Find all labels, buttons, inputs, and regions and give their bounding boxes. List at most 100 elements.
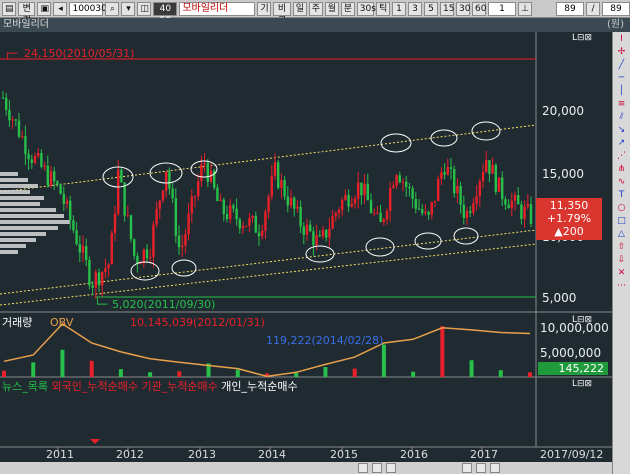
ray-icon[interactable]: ↗ bbox=[615, 138, 629, 149]
volume-bar bbox=[469, 360, 474, 377]
tab-chart[interactable]: 기 bbox=[257, 1, 272, 16]
zoom-out-icon[interactable] bbox=[386, 463, 396, 473]
scroll-left-icon[interactable] bbox=[358, 463, 368, 473]
chart-titlebar: 모바일리더 (원) bbox=[0, 18, 630, 32]
pin-icon[interactable]: ⊥ bbox=[517, 1, 532, 16]
display-count-2[interactable]: 89 bbox=[601, 1, 630, 16]
volume-bar bbox=[177, 371, 182, 377]
legend-news[interactable]: 뉴스_목록 bbox=[2, 380, 48, 393]
interval-3[interactable]: 3 bbox=[407, 1, 422, 16]
horizontal-line-icon[interactable]: ─ bbox=[615, 73, 629, 84]
settings-icon[interactable] bbox=[490, 463, 500, 473]
obv-high-label: 10,145,039(2012/01/31) bbox=[130, 316, 265, 329]
search-icon[interactable]: ⌕ bbox=[105, 1, 120, 16]
reset-icon[interactable] bbox=[476, 463, 486, 473]
stock-name-field[interactable]: 모바일리더 bbox=[179, 1, 256, 16]
zoom-in-icon[interactable] bbox=[462, 463, 472, 473]
x-axis-label: 2011 bbox=[46, 448, 74, 461]
vertical-line-icon[interactable]: │ bbox=[615, 86, 629, 97]
stock-code-input[interactable]: 100030 bbox=[69, 1, 107, 16]
cycle-icon[interactable]: ∿ bbox=[615, 177, 629, 188]
tab-minute[interactable]: 분 bbox=[340, 1, 355, 16]
candle-body bbox=[523, 206, 526, 219]
tab-month[interactable]: 월 bbox=[324, 1, 339, 16]
triangle-icon[interactable]: △ bbox=[615, 229, 629, 240]
low-price-label: 5,020(2011/09/30) bbox=[112, 298, 215, 311]
legend-institution[interactable]: 기관_누적순매수 bbox=[141, 380, 217, 393]
candle-body bbox=[337, 209, 341, 213]
candle-body bbox=[62, 193, 65, 204]
text-icon[interactable]: T bbox=[615, 190, 629, 201]
x-axis: 2011 2012 2013 2014 2015 2016 2017 2017/… bbox=[0, 448, 612, 462]
rectangle-icon[interactable]: □ bbox=[615, 216, 629, 227]
menu-change-button[interactable]: 변경 bbox=[18, 1, 36, 26]
interval-15[interactable]: 15 bbox=[439, 1, 454, 16]
candle-body bbox=[389, 187, 392, 212]
volume-bar bbox=[381, 344, 386, 377]
candle-body bbox=[149, 257, 152, 259]
candle-body bbox=[81, 245, 85, 253]
candle-body bbox=[529, 204, 533, 224]
candle-body bbox=[181, 245, 184, 248]
stock-chart-svg[interactable]: 20,000 15,000 10,000 5,000 ┌─ 24,150(201… bbox=[0, 32, 612, 474]
chart-area[interactable]: 20,000 15,000 10,000 5,000 ┌─ 24,150(201… bbox=[0, 32, 612, 474]
delete-icon[interactable]: ✕ bbox=[615, 268, 629, 279]
interval-30[interactable]: 30 bbox=[455, 1, 470, 16]
display-count-1[interactable]: 89 bbox=[555, 1, 584, 16]
candle-body bbox=[193, 196, 197, 198]
tab-day[interactable]: 일 bbox=[292, 1, 307, 16]
candle-body bbox=[299, 206, 302, 227]
obv-label: OBV bbox=[50, 316, 74, 329]
fibonacci-icon[interactable]: ≡ bbox=[615, 99, 629, 110]
arrow-icon[interactable]: ↘ bbox=[615, 125, 629, 136]
count-input[interactable]: 1 bbox=[487, 1, 516, 16]
up-arrow-icon[interactable]: ⇧ bbox=[615, 242, 629, 253]
expand-icon[interactable]: ◫ bbox=[137, 1, 152, 16]
candle-body bbox=[373, 212, 376, 214]
candle-body bbox=[379, 212, 382, 223]
candle-body bbox=[104, 268, 107, 273]
channel-icon[interactable]: ⫽ bbox=[615, 112, 629, 123]
candle-body bbox=[37, 152, 40, 157]
trend-line-icon[interactable]: ╱ bbox=[615, 60, 629, 71]
period-badge[interactable]: 40 50 bbox=[153, 1, 178, 26]
candle-body bbox=[206, 162, 209, 182]
candle-body bbox=[334, 212, 337, 217]
candle-body bbox=[293, 197, 296, 209]
down-arrow-icon[interactable]: ⇩ bbox=[615, 255, 629, 266]
legend-individual[interactable]: 개인_누적순매수 bbox=[221, 380, 297, 393]
tab-tick[interactable]: 틱 bbox=[375, 1, 390, 16]
crosshair-icon[interactable]: ✢ bbox=[615, 47, 629, 58]
candle-body bbox=[245, 225, 248, 227]
candle-body bbox=[30, 159, 33, 163]
volume-bar bbox=[528, 372, 532, 377]
menu-icon[interactable]: ▤ bbox=[2, 1, 16, 16]
scroll-right-icon[interactable] bbox=[372, 463, 382, 473]
tab-compare[interactable]: 비교 bbox=[273, 1, 291, 26]
candle-body bbox=[270, 175, 273, 197]
lower-trendline bbox=[0, 243, 537, 306]
candle-body bbox=[75, 230, 78, 245]
x-axis-label: 2012 bbox=[116, 448, 144, 461]
candle-body bbox=[257, 232, 261, 237]
scroll-bar[interactable] bbox=[0, 462, 612, 474]
candle-body bbox=[312, 231, 315, 246]
ellipse-icon[interactable]: ○ bbox=[615, 203, 629, 214]
candle-body bbox=[94, 272, 97, 288]
more-icon[interactable]: ⋯ bbox=[615, 281, 629, 292]
prev-icon[interactable]: ◂ bbox=[53, 1, 68, 16]
cursor-icon[interactable]: I bbox=[615, 34, 629, 45]
tab-30s[interactable]: 30s bbox=[356, 1, 376, 16]
gann-icon[interactable]: ⋰ bbox=[615, 151, 629, 162]
x-axis-date-label: 2017/09/12 bbox=[540, 448, 604, 461]
candle-body bbox=[433, 200, 437, 203]
tab-week[interactable]: 주 bbox=[308, 1, 323, 16]
pitchfork-icon[interactable]: ⋔ bbox=[615, 164, 629, 175]
lock-icon[interactable]: ▣ bbox=[37, 1, 52, 16]
legend-foreign[interactable]: 외국인_누적순매수 bbox=[51, 380, 137, 393]
interval-60[interactable]: 60 bbox=[471, 1, 486, 16]
dropdown-icon[interactable]: ▾ bbox=[121, 1, 136, 16]
candle-body bbox=[501, 177, 504, 200]
interval-5[interactable]: 5 bbox=[423, 1, 438, 16]
interval-1[interactable]: 1 bbox=[391, 1, 406, 16]
